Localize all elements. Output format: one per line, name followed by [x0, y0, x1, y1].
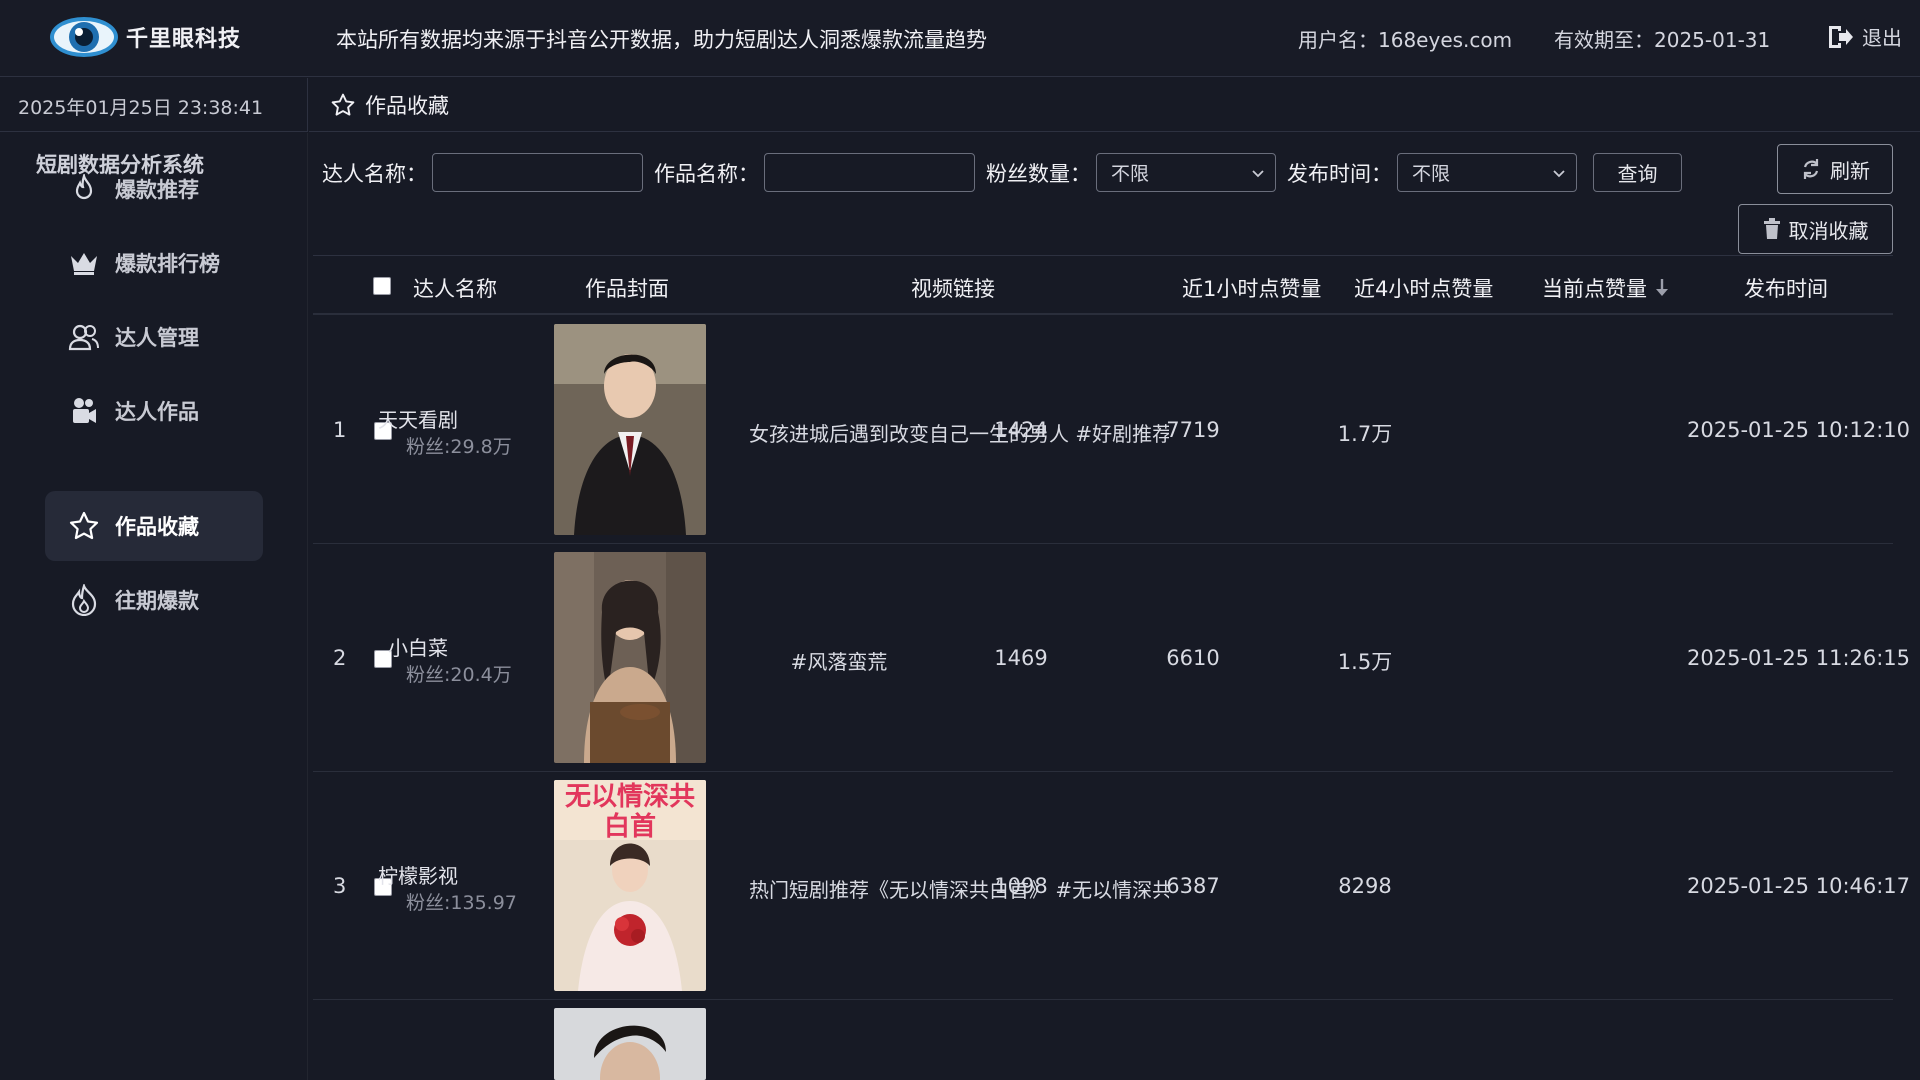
refresh-button[interactable]: 刷新	[1777, 144, 1893, 194]
sidebar-item-favorites[interactable]: 作品收藏	[45, 491, 263, 561]
unfavorite-button-label: 取消收藏	[1788, 218, 1869, 243]
breadcrumb-label: 作品收藏	[365, 93, 449, 118]
eye-logo-icon	[50, 17, 118, 57]
chevron-down-icon	[1252, 170, 1264, 178]
cover-portrait-image	[554, 324, 706, 535]
author-name[interactable]: 天天看剧	[358, 404, 478, 433]
likes-1h-value: 1424	[994, 418, 1048, 442]
fire-outline-icon	[67, 583, 101, 617]
users-icon	[67, 320, 101, 354]
likes-4h-value: 6387	[1166, 874, 1220, 898]
sidebar-item-label: 爆款排行榜	[115, 252, 220, 276]
top-header: 千里眼科技 本站所有数据均来源于抖音公开数据，助力短剧达人洞悉爆款流量趋势 用户…	[0, 0, 1920, 77]
select-all-checkbox[interactable]	[373, 277, 391, 295]
sidebar-item-hot-recommend[interactable]: 爆款推荐	[45, 154, 263, 224]
refresh-button-label: 刷新	[1830, 158, 1870, 183]
row-index: 2	[333, 646, 347, 670]
star-icon	[67, 509, 101, 543]
sidebar-item-talent-works[interactable]: 达人作品	[45, 376, 263, 446]
likes-now-value: 8298	[1338, 874, 1392, 898]
cover-title-text: 无以情深共白首	[564, 782, 695, 842]
sidebar-item-ranking[interactable]: 爆款排行榜	[45, 228, 263, 298]
star-icon	[331, 93, 355, 116]
column-header-likes-4h[interactable]: 近4小时点赞量	[1354, 273, 1493, 303]
logout-icon	[1829, 25, 1853, 48]
column-header-link: 视频链接	[911, 277, 995, 301]
expiry-label: 有效期至：2025-01-31	[1554, 28, 1771, 52]
sidebar-item-past-hits[interactable]: 往期爆款	[45, 565, 263, 635]
work-cover-image[interactable]	[554, 1008, 706, 1080]
cover-portrait-image	[554, 1008, 706, 1080]
fans-filter-label: 粉丝数量：	[986, 162, 1091, 186]
breadcrumb: 作品收藏	[309, 78, 1920, 132]
app-root: 千里眼科技 本站所有数据均来源于抖音公开数据，助力短剧达人洞悉爆款流量趋势 用户…	[0, 0, 1920, 1080]
likes-now-value: 1.5万	[1337, 650, 1393, 674]
publish-time-select[interactable]: 不限	[1397, 153, 1577, 192]
column-header-author: 达人名称	[413, 277, 497, 301]
publish-time-value: 不限	[1412, 163, 1451, 185]
fans-count-select[interactable]: 不限	[1096, 153, 1276, 192]
likes-1h-value: 1469	[994, 646, 1048, 670]
fans-count-value: 不限	[1111, 163, 1150, 185]
likes-4h-value: 6610	[1166, 646, 1220, 670]
logout-label: 退出	[1862, 26, 1902, 50]
table-row[interactable]: 1 天天看剧 粉丝:29.8万 女孩进城后遇到改变自己一生的男人 #好剧推荐 1…	[313, 316, 1910, 544]
brand-name: 千里眼科技	[126, 27, 242, 52]
sidebar-item-label: 达人作品	[115, 400, 199, 424]
work-cover-image[interactable]	[554, 324, 706, 535]
sidebar-item-label: 作品收藏	[115, 515, 199, 539]
query-button-label: 查询	[1617, 162, 1658, 186]
sidebar-item-talent-manage[interactable]: 达人管理	[45, 302, 263, 372]
trash-icon	[1763, 218, 1780, 239]
author-fans: 粉丝:20.4万	[406, 664, 512, 686]
sidebar-item-label: 达人管理	[115, 326, 199, 350]
publish-filter-label: 发布时间：	[1287, 162, 1392, 186]
logout-button[interactable]: 退出	[1826, 22, 1902, 51]
column-header-likes-1h[interactable]: 近1小时点赞量	[1182, 273, 1321, 303]
row-index: 3	[333, 874, 347, 898]
work-name-input[interactable]	[764, 153, 975, 192]
column-header-likes-now[interactable]: 当前点赞量	[1542, 273, 1669, 303]
brand-logo[interactable]: 千里眼科技	[48, 12, 241, 62]
work-cover-image[interactable]: 无以情深共白首	[554, 780, 706, 991]
author-name[interactable]: 小白菜	[358, 632, 478, 661]
chevron-down-icon	[1553, 170, 1565, 178]
author-name[interactable]: 柠檬影视	[358, 860, 478, 889]
author-fans: 粉丝:135.97	[406, 892, 516, 914]
row-index: 1	[333, 418, 347, 442]
author-fans: 粉丝:29.8万	[406, 436, 512, 458]
current-datetime: 2025年01月25日 23:38:41	[0, 78, 308, 132]
sidebar-item-label: 爆款推荐	[115, 178, 199, 202]
header-notice: 本站所有数据均来源于抖音公开数据，助力短剧达人洞悉爆款流量趋势	[336, 28, 987, 52]
author-name-input[interactable]	[432, 153, 643, 192]
likes-1h-value: 1098	[994, 874, 1048, 898]
flame-icon	[67, 172, 101, 206]
table-row[interactable]: 2 小白菜 粉丝:20.4万 #风落蛮荒 1469 6610 1.5万 2025…	[313, 544, 1910, 772]
username-label: 用户名：168eyes.com	[1298, 28, 1513, 52]
sort-descending-icon	[1656, 279, 1668, 296]
column-header-likes-now-label: 当前点赞量	[1542, 277, 1647, 301]
table-row[interactable]: 3 柠檬影视 粉丝:135.97 无以情深共白首 热门短剧推荐《无以情深共白首》…	[313, 772, 1910, 1000]
likes-4h-value: 7719	[1166, 418, 1220, 442]
author-filter-label: 达人名称：	[322, 162, 427, 186]
sidebar-item-label: 往期爆款	[115, 589, 199, 613]
column-header-cover: 作品封面	[585, 277, 669, 301]
crown-icon	[67, 246, 101, 280]
table-divider	[313, 255, 1893, 256]
work-filter-label: 作品名称：	[654, 162, 759, 186]
publish-time-value: 2025-01-25 11:26:15	[1687, 646, 1911, 670]
video-camera-icon	[67, 394, 101, 428]
sidebar: 短剧数据分析系统 爆款推荐 爆款排行榜 达人管理 达人作品 作品收藏 往期爆款	[0, 133, 308, 1080]
unfavorite-button[interactable]: 取消收藏	[1738, 204, 1893, 254]
table-header-divider	[313, 313, 1893, 315]
publish-time-value: 2025-01-25 10:46:17	[1687, 874, 1911, 898]
publish-time-value: 2025-01-25 10:12:10	[1687, 418, 1911, 442]
video-link[interactable]: 女孩进城后遇到改变自己一生的男人 #好剧推荐	[749, 418, 1169, 447]
column-header-publish-time[interactable]: 发布时间	[1744, 273, 1828, 303]
likes-now-value: 1.7万	[1337, 422, 1393, 446]
video-link[interactable]: 热门短剧推荐《无以情深共白首》 #无以情深共	[749, 874, 1169, 903]
query-button[interactable]: 查询	[1593, 153, 1682, 192]
refresh-icon	[1803, 159, 1819, 179]
